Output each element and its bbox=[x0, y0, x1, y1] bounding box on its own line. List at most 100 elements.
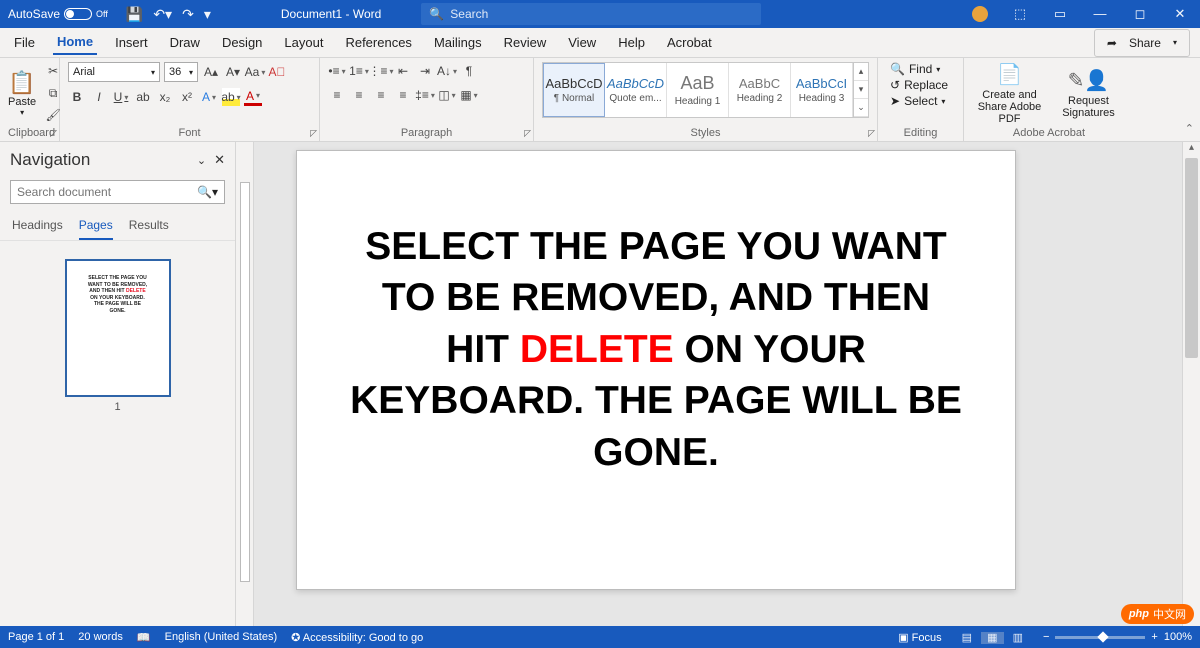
style-normal[interactable]: AaBbCcD¶ Normal bbox=[543, 63, 605, 117]
decrease-indent-icon[interactable]: ⇤ bbox=[394, 62, 412, 80]
chevron-down-icon[interactable]: ⌄ bbox=[197, 154, 206, 167]
close-pane-icon[interactable]: ✕ bbox=[214, 152, 225, 168]
show-marks-icon[interactable]: ¶ bbox=[460, 62, 478, 80]
print-layout-icon[interactable]: ▦ bbox=[981, 632, 1003, 644]
superscript-button[interactable]: x² bbox=[178, 88, 196, 106]
borders-icon[interactable]: ▦ bbox=[460, 86, 478, 104]
style-quote[interactable]: AaBbCcDQuote em... bbox=[605, 63, 667, 117]
style-heading2[interactable]: AaBbCHeading 2 bbox=[729, 63, 791, 117]
dialog-launcher-icon[interactable]: ◸ bbox=[50, 128, 57, 139]
dialog-launcher-icon[interactable]: ◸ bbox=[524, 128, 531, 139]
font-size-select[interactable]: 36▾ bbox=[164, 62, 198, 82]
search-input[interactable] bbox=[450, 7, 753, 21]
styles-gallery[interactable]: AaBbCcD¶ Normal AaBbCcDQuote em... AaBHe… bbox=[542, 62, 869, 118]
qat-more-icon[interactable]: ▾ bbox=[204, 6, 211, 23]
tab-file[interactable]: File bbox=[10, 31, 39, 54]
zoom-control[interactable]: − + 100% bbox=[1043, 631, 1192, 643]
tab-review[interactable]: Review bbox=[500, 31, 551, 54]
align-left-icon[interactable]: ≡ bbox=[328, 86, 346, 104]
paste-button[interactable]: 📋 Paste ▾ bbox=[8, 70, 36, 117]
strikethrough-button[interactable]: ab bbox=[134, 88, 152, 106]
share-button[interactable]: ➦ Share ▾ bbox=[1094, 29, 1190, 57]
status-accessibility[interactable]: ✪ Accessibility: Good to go bbox=[291, 631, 423, 644]
clear-formatting-icon[interactable]: A⃠ bbox=[268, 63, 286, 81]
shading-icon[interactable]: ◫ bbox=[438, 86, 456, 104]
tab-home[interactable]: Home bbox=[53, 30, 97, 55]
italic-button[interactable]: I bbox=[90, 88, 108, 106]
maximize-icon[interactable]: ◻ bbox=[1120, 6, 1160, 22]
save-icon[interactable]: 💾 bbox=[126, 6, 143, 23]
bullets-icon[interactable]: •≡ bbox=[328, 62, 346, 80]
tab-help[interactable]: Help bbox=[614, 31, 649, 54]
window-snap-icon[interactable]: ▭ bbox=[1040, 6, 1080, 22]
document-area[interactable]: SELECT THE PAGE YOU WANT TO BE REMOVED, … bbox=[236, 142, 1200, 626]
page-1[interactable]: SELECT THE PAGE YOU WANT TO BE REMOVED, … bbox=[296, 150, 1016, 590]
status-language[interactable]: English (United States) bbox=[165, 631, 278, 643]
close-icon[interactable]: ✕ bbox=[1160, 6, 1200, 22]
nav-search[interactable]: 🔍▾ bbox=[10, 180, 225, 204]
line-spacing-icon[interactable]: ‡≡ bbox=[416, 86, 434, 104]
underline-button[interactable]: U bbox=[112, 88, 130, 106]
align-center-icon[interactable]: ≡ bbox=[350, 86, 368, 104]
increase-indent-icon[interactable]: ⇥ bbox=[416, 62, 434, 80]
user-avatar[interactable] bbox=[972, 6, 988, 22]
tab-design[interactable]: Design bbox=[218, 31, 266, 54]
styles-more[interactable]: ▴▾⌄ bbox=[853, 63, 868, 117]
tab-references[interactable]: References bbox=[341, 31, 415, 54]
redo-icon[interactable]: ↷ bbox=[182, 6, 194, 23]
document-text[interactable]: SELECT THE PAGE YOU WANT TO BE REMOVED, … bbox=[347, 221, 965, 478]
minimize-icon[interactable]: — bbox=[1080, 6, 1120, 22]
justify-icon[interactable]: ≡ bbox=[394, 86, 412, 104]
search-box[interactable]: 🔍 bbox=[421, 3, 761, 25]
nav-tab-pages[interactable]: Pages bbox=[79, 212, 113, 240]
dialog-launcher-icon[interactable]: ◸ bbox=[868, 128, 875, 139]
spellcheck-icon[interactable]: 📖 bbox=[137, 631, 151, 644]
replace-button[interactable]: ↺Replace bbox=[886, 78, 955, 92]
highlight-icon[interactable]: ab bbox=[222, 88, 240, 106]
status-page[interactable]: Page 1 of 1 bbox=[8, 631, 64, 643]
subscript-button[interactable]: x₂ bbox=[156, 88, 174, 106]
undo-icon[interactable]: ↶▾ bbox=[153, 6, 172, 23]
status-words[interactable]: 20 words bbox=[78, 631, 123, 643]
tab-insert[interactable]: Insert bbox=[111, 31, 152, 54]
create-share-pdf-button[interactable]: 📄Create and Share Adobe PDF bbox=[972, 62, 1047, 125]
zoom-slider[interactable] bbox=[1055, 636, 1145, 639]
zoom-out-icon[interactable]: − bbox=[1043, 631, 1049, 643]
scroll-thumb[interactable] bbox=[1185, 158, 1198, 358]
change-case-icon[interactable]: Aa bbox=[246, 63, 264, 81]
nav-tab-results[interactable]: Results bbox=[129, 212, 169, 240]
nav-search-input[interactable] bbox=[17, 185, 197, 199]
web-layout-icon[interactable]: ▥ bbox=[1007, 632, 1029, 644]
align-right-icon[interactable]: ≡ bbox=[372, 86, 390, 104]
collapse-ribbon-icon[interactable]: ⌃ bbox=[1185, 122, 1194, 135]
style-heading1[interactable]: AaBHeading 1 bbox=[667, 63, 729, 117]
focus-mode-button[interactable]: ▣ Focus bbox=[898, 631, 941, 644]
grow-font-icon[interactable]: A▴ bbox=[202, 63, 220, 81]
zoom-level[interactable]: 100% bbox=[1164, 631, 1192, 643]
read-mode-icon[interactable]: ▤ bbox=[956, 632, 978, 644]
multilevel-list-icon[interactable]: ⋮≡ bbox=[372, 62, 390, 80]
vertical-scrollbar[interactable]: ▴ ▾ bbox=[1182, 142, 1200, 626]
tab-view[interactable]: View bbox=[564, 31, 600, 54]
numbering-icon[interactable]: 1≡ bbox=[350, 62, 368, 80]
tab-mailings[interactable]: Mailings bbox=[430, 31, 486, 54]
style-heading3[interactable]: AaBbCcIHeading 3 bbox=[791, 63, 853, 117]
shrink-font-icon[interactable]: A▾ bbox=[224, 63, 242, 81]
find-button[interactable]: 🔍Find▾ bbox=[886, 62, 955, 76]
zoom-in-icon[interactable]: + bbox=[1151, 631, 1157, 643]
font-color-icon[interactable]: A bbox=[244, 88, 262, 106]
sort-icon[interactable]: A↓ bbox=[438, 62, 456, 80]
request-signatures-button[interactable]: ✎👤Request Signatures bbox=[1051, 68, 1126, 119]
tab-layout[interactable]: Layout bbox=[280, 31, 327, 54]
autosave-toggle[interactable]: AutoSave Off bbox=[0, 7, 116, 21]
dialog-launcher-icon[interactable]: ◸ bbox=[310, 128, 317, 139]
ribbon-display-icon[interactable]: ⬚ bbox=[1000, 6, 1040, 22]
text-effects-icon[interactable]: A bbox=[200, 88, 218, 106]
font-name-select[interactable]: Arial▾ bbox=[68, 62, 160, 82]
select-button[interactable]: ➤Select▾ bbox=[886, 94, 955, 108]
tab-draw[interactable]: Draw bbox=[166, 31, 204, 54]
scroll-up-icon[interactable]: ▴ bbox=[1183, 142, 1200, 158]
tab-acrobat[interactable]: Acrobat bbox=[663, 31, 716, 54]
nav-tab-headings[interactable]: Headings bbox=[12, 212, 63, 240]
bold-button[interactable]: B bbox=[68, 88, 86, 106]
